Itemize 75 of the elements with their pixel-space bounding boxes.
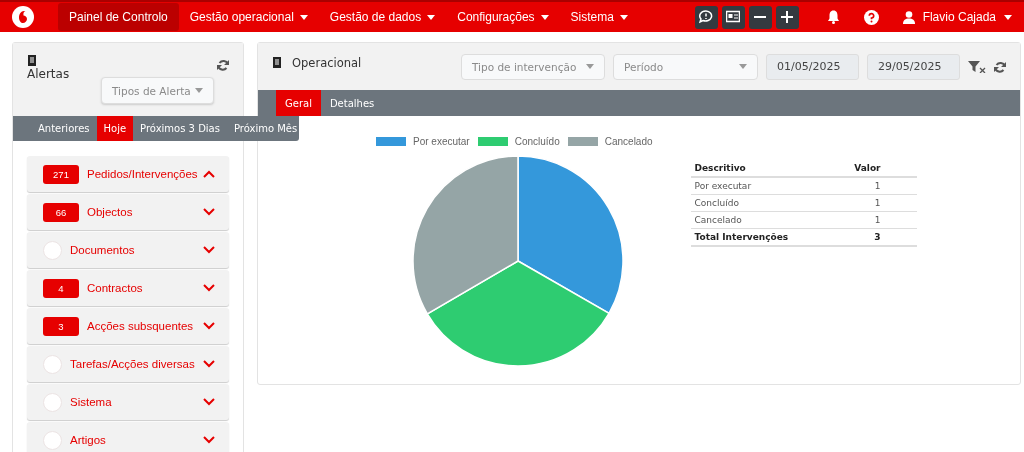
report-tab[interactable]: Geral [276,90,321,116]
legend-swatch [477,137,508,146]
empty-count-indicator [43,392,62,412]
caret-icon [1004,14,1012,20]
table-cell: 1 [827,194,917,212]
legend-label: Cancelado [604,136,653,147]
empty-count-indicator [43,430,62,450]
table-cell: 1 [827,177,917,195]
plus-icon [780,10,795,24]
logo-icon [12,6,34,28]
alert-category-item[interactable]: Artigos [27,422,229,452]
legend-label: Concluído [514,136,560,147]
alert-tab[interactable]: Hoje [96,116,134,141]
count-badge: 3 [43,316,79,336]
caret-icon [739,64,747,69]
caret-icon [540,14,549,20]
id-card-icon [726,10,741,24]
alert-tab[interactable]: Próximos 3 Dias [133,116,227,141]
caret-icon [195,88,203,93]
caret-icon [586,64,594,69]
report-tab[interactable]: Detalhes [320,90,384,116]
legend-label: Por executar [413,136,470,147]
empty-count-indicator [43,354,62,374]
table-cell: Total Intervenções [690,228,828,246]
panel-title: Alertas [27,67,70,81]
document-icon [27,55,37,66]
date-field[interactable]: 01/05/2025 [766,53,859,80]
clear-filter-icon[interactable] [968,60,986,73]
alert-category-item[interactable]: 66 Objectos [27,194,229,230]
alert-category-item[interactable]: Sistema [27,384,229,420]
id-card-button[interactable] [721,5,745,29]
caret-icon [427,14,436,20]
caret-icon [619,14,628,20]
table-cell: Por executar [690,177,828,195]
count-badge: 4 [43,278,79,298]
legend-swatch [567,137,598,146]
alert-tab[interactable]: Anteriores [31,116,97,141]
document-icon [272,57,282,68]
intervention-type-dropdown[interactable]: Tipo de intervenção [461,53,605,80]
alert-category-item[interactable]: 4 Contractos [27,270,229,306]
user-icon [902,10,915,24]
alert-tab[interactable]: Próximo Mês [226,116,305,141]
legend-swatch [376,137,406,146]
bell-icon[interactable] [826,10,840,24]
nav-menu-item[interactable]: Sistema [559,3,639,31]
panel-title: Operacional [292,55,362,70]
column-header: Descritivo [690,160,828,177]
chat-icon [699,10,714,24]
caret-icon [299,14,308,20]
date-field[interactable]: 29/05/2025 [867,53,960,80]
count-badge: 271 [43,164,79,184]
user-menu[interactable]: Flavio Cajada [902,10,1012,24]
empty-count-indicator [43,240,62,260]
alert-category-item[interactable]: Documentos [27,232,229,268]
count-badge: 66 [43,202,79,222]
nav-menu-item[interactable]: Gestão de dados [318,3,447,31]
refresh-icon[interactable] [994,60,1006,73]
alert-category-item[interactable]: Tarefas/Acções diversas [27,346,229,382]
column-header: Valor [827,160,917,177]
alert-category-item[interactable]: 271 Pedidos/Intervenções [27,156,229,192]
alert-type-dropdown[interactable]: Tipos de Alerta [101,77,214,104]
nav-menu-item[interactable]: Configurações [446,3,560,31]
nav-menu-item[interactable]: Painel de Controlo [58,3,179,31]
zoom-out-button[interactable] [748,5,772,29]
refresh-icon[interactable] [217,59,229,71]
table-cell: Cancelado [690,211,828,229]
alert-category-item[interactable]: 3 Acções subsquentes [27,308,229,344]
table-cell: 3 [827,228,917,246]
table-cell: 1 [827,211,917,229]
table-cell: Concluído [690,194,828,212]
chat-button[interactable] [694,5,718,29]
period-dropdown[interactable]: Período [613,53,758,80]
zoom-in-button[interactable] [775,5,799,29]
help-icon[interactable] [863,9,879,25]
nav-menu-item[interactable]: Gestão operacional [178,3,319,31]
